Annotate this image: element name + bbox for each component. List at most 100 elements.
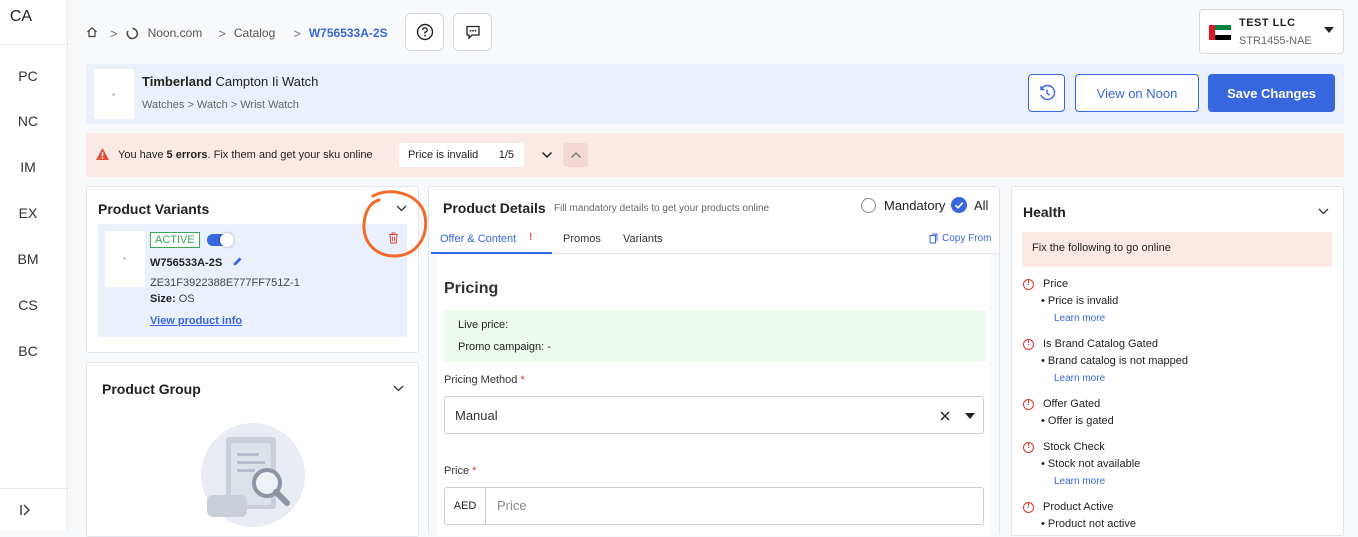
loading-spinner-icon	[126, 27, 139, 40]
home-icon[interactable]	[86, 26, 98, 41]
breadcrumb-catalog[interactable]: Catalog	[234, 26, 275, 40]
product-categories: Watches > Watch > Wrist Watch	[142, 99, 299, 111]
product-group-card: Product Group	[86, 362, 419, 537]
product-details-subtitle: Fill mandatory details to get your produ…	[554, 203, 770, 214]
tab-promos[interactable]: Promos	[563, 233, 601, 245]
alert-icon: !	[529, 232, 533, 243]
product-name: Campton Ii Watch	[215, 74, 319, 89]
variant-code: ZE31F3922388E777FF751Z-1	[150, 277, 300, 289]
collapse-sidebar-button[interactable]	[18, 503, 32, 521]
health-issue: • Price is invalid	[1041, 295, 1119, 307]
history-button[interactable]	[1028, 74, 1065, 112]
product-variants-title: Product Variants	[98, 201, 210, 217]
product-group-title: Product Group	[102, 381, 201, 397]
health-issue: • Offer is gated	[1041, 415, 1114, 427]
health-check-offer-gated: Offer Gated	[1043, 398, 1101, 410]
next-error-button[interactable]	[534, 143, 559, 167]
sidebar-item-im[interactable]: IM	[0, 159, 56, 175]
mandatory-radio[interactable]	[861, 198, 876, 213]
health-issue: • Product not active	[1041, 518, 1136, 530]
price-input[interactable]: AED Price	[444, 487, 984, 525]
save-changes-button[interactable]: Save Changes	[1208, 74, 1335, 112]
chevron-down-icon[interactable]	[393, 385, 404, 392]
current-error-label: Price is invalid	[408, 149, 479, 161]
health-check-brand-gated: Is Brand Catalog Gated	[1043, 338, 1158, 350]
details-tabs: Offer & Content ! Promos Variants Copy F…	[429, 226, 999, 254]
learn-more-link[interactable]: Learn more	[1054, 373, 1105, 384]
variant-thumbnail	[105, 231, 145, 287]
current-error-pill[interactable]: Price is invalid 1/5	[399, 143, 524, 167]
error-icon	[1023, 278, 1034, 290]
chat-button[interactable]	[453, 13, 492, 51]
store-name: TEST LLC	[1239, 17, 1296, 29]
health-check-price: Price	[1043, 278, 1069, 290]
live-price-box: Live price: Promo campaign: -	[444, 310, 986, 362]
chat-icon	[465, 25, 480, 40]
tab-offer-content[interactable]: Offer & Content	[440, 233, 516, 245]
breadcrumb: > Noon.com > Catalog > W756533A-2S	[86, 24, 388, 42]
uae-flag-icon	[1209, 25, 1231, 40]
store-code: STR1455-NAE	[1239, 35, 1312, 47]
learn-more-link[interactable]: Learn more	[1054, 476, 1105, 487]
sidebar-item-ex[interactable]: EX	[0, 205, 56, 221]
previous-error-button[interactable]	[563, 143, 588, 167]
error-position: 1/5	[498, 149, 514, 161]
learn-more-link[interactable]: Learn more	[1054, 313, 1105, 324]
pricing-method-select[interactable]: Manual	[444, 396, 984, 434]
tab-variants[interactable]: Variants	[623, 233, 663, 245]
product-title: Timberland Campton Ii Watch	[142, 74, 318, 89]
sidebar-item-bm[interactable]: BM	[0, 251, 56, 267]
sidebar-item-nc[interactable]: NC	[0, 113, 56, 129]
error-count: 5 errors	[166, 149, 208, 161]
check-icon	[954, 202, 964, 209]
error-icon	[1023, 398, 1034, 410]
all-radio-selected[interactable]	[951, 197, 967, 213]
mandatory-label: Mandatory	[884, 198, 946, 213]
edit-icon[interactable]	[232, 256, 243, 267]
clear-icon[interactable]	[940, 411, 950, 421]
health-check-stock: Stock Check	[1043, 441, 1105, 453]
caret-down-icon[interactable]	[965, 413, 975, 419]
status-badge: ACTIVE	[150, 232, 200, 248]
health-banner: Fix the following to go online	[1022, 232, 1332, 267]
help-button[interactable]	[405, 13, 444, 51]
empty-group-illustration-icon	[201, 423, 305, 527]
health-issue: • Stock not available	[1041, 458, 1141, 470]
view-product-info-link[interactable]: View product info	[150, 315, 242, 327]
breadcrumb-separator: >	[293, 25, 301, 41]
error-icon	[1023, 441, 1034, 453]
error-message: You have 5 errors. Fix them and get your…	[118, 149, 373, 161]
active-toggle[interactable]	[207, 233, 234, 247]
collapse-icon	[20, 504, 30, 516]
product-details-title: Product Details	[443, 200, 546, 216]
sidebar-item-pc[interactable]: PC	[0, 68, 56, 84]
pricing-section: Pricing Live price: Promo campaign: - Pr…	[438, 254, 990, 536]
health-title: Health	[1023, 204, 1066, 220]
product-header: Timberland Campton Ii Watch Watches > Wa…	[86, 64, 1344, 124]
price-label: Price *	[444, 465, 477, 477]
store-selector[interactable]: TEST LLC STR1455-NAE	[1199, 9, 1344, 54]
product-brand: Timberland	[142, 74, 212, 89]
chevron-down-icon	[541, 151, 552, 159]
warning-icon	[96, 148, 109, 160]
chevron-down-icon[interactable]	[1318, 208, 1329, 215]
annotation-circle	[362, 190, 428, 258]
live-price: Live price:	[458, 319, 509, 331]
history-icon	[1039, 84, 1055, 101]
details-content-area: Pricing Live price: Promo campaign: - Pr…	[429, 254, 999, 536]
copy-icon	[929, 233, 938, 244]
sidebar-item-cs[interactable]: CS	[0, 297, 56, 313]
pricing-method-value: Manual	[455, 408, 498, 423]
health-check-product-active: Product Active	[1043, 501, 1114, 513]
error-banner: You have 5 errors. Fix them and get your…	[86, 133, 1344, 177]
help-icon	[416, 23, 433, 41]
error-icon	[1023, 338, 1034, 350]
variant-sku: W756533A-2S	[150, 257, 223, 269]
sidebar-item-bc[interactable]: BC	[0, 343, 56, 359]
breadcrumb-noon[interactable]: Noon.com	[148, 26, 203, 40]
view-on-noon-button[interactable]: View on Noon	[1075, 74, 1199, 112]
breadcrumb-separator: >	[110, 25, 118, 41]
breadcrumb-separator: >	[218, 25, 226, 41]
copy-from-button[interactable]: Copy From	[929, 233, 991, 244]
sidebar-account[interactable]: CA	[0, 8, 42, 26]
